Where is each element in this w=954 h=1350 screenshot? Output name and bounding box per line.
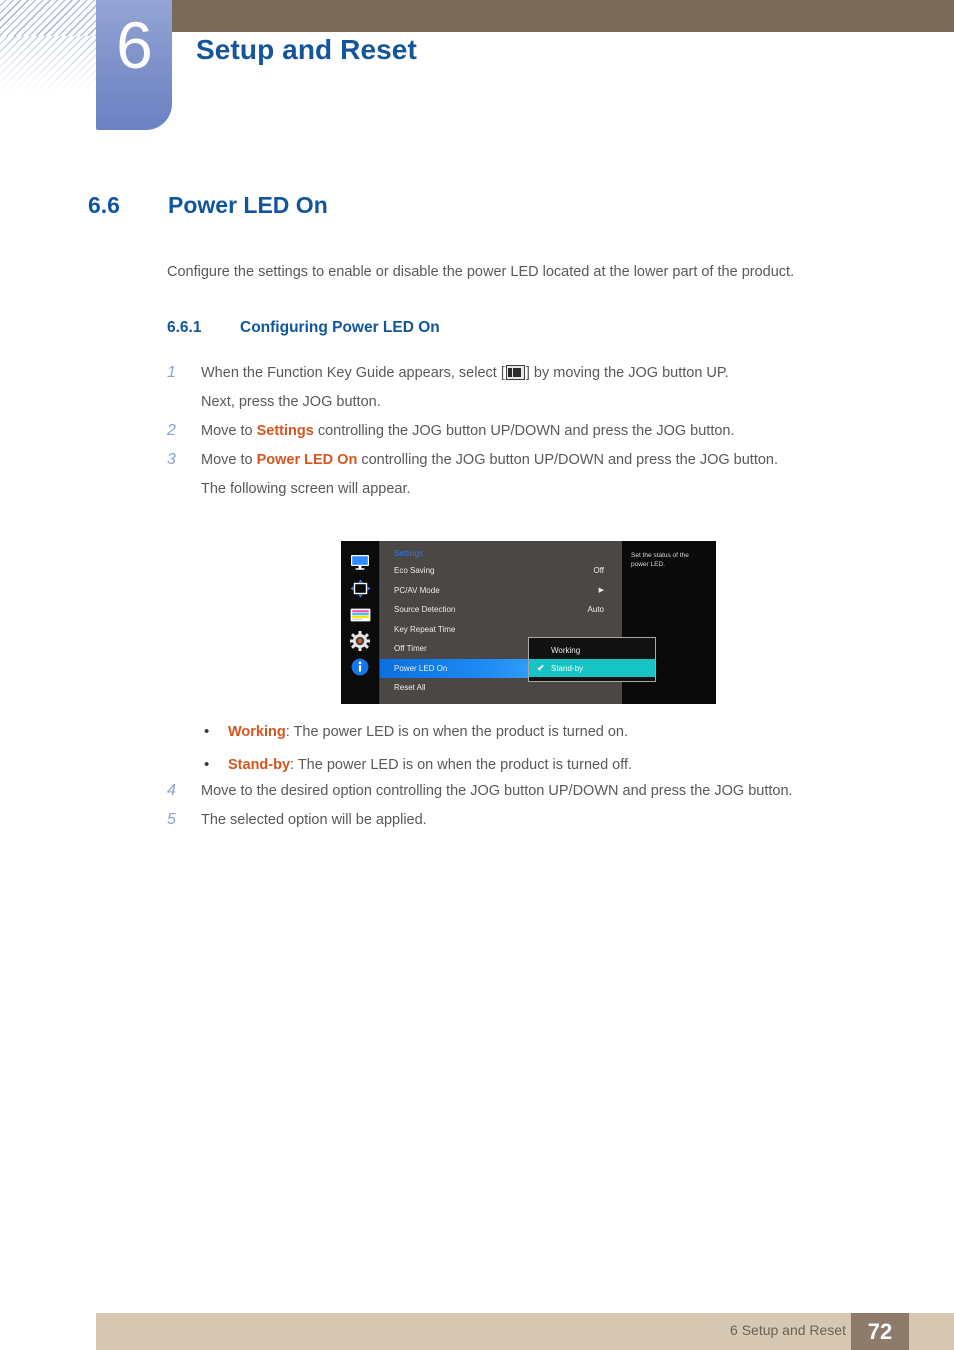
step-text: Move to Power LED On controlling the JOG… (201, 449, 907, 500)
step-text-secondary: Next, press the JOG button. (201, 394, 381, 410)
subsection-heading: 6.6.1 Configuring Power LED On (167, 319, 440, 337)
option-description-list: • Working: The power LED is on when the … (200, 722, 900, 788)
osd-row-label: Eco Saving (394, 566, 435, 576)
step-text-pre: Move to (201, 423, 257, 439)
osd-row-power-led-on[interactable]: Power LED On (380, 658, 530, 678)
osd-row-value: Off (593, 566, 604, 576)
list-item: 1 When the Function Key Guide appears, s… (167, 362, 907, 413)
osd-row-label: Source Detection (394, 605, 456, 615)
step-text-pre: When the Function Key Guide appears, sel… (201, 365, 505, 381)
osd-row-label: PC/AV Mode (394, 585, 440, 595)
osd-dropdown-option-stand-by[interactable]: ✔ Stand-by (529, 659, 655, 677)
step-number: 3 (167, 451, 176, 468)
section-heading: 6.6 Power LED On (88, 192, 328, 219)
step-number: 1 (167, 364, 176, 381)
osd-dropdown-power-led-on: Working ✔ Stand-by (528, 637, 656, 682)
step-number: 5 (167, 811, 176, 828)
osd-row-label: Off Timer (394, 644, 427, 654)
info-icon (349, 657, 371, 676)
step-keyword: Settings (256, 423, 314, 439)
list-item: • Working: The power LED is on when the … (200, 722, 900, 742)
subsection-title: Configuring Power LED On (240, 319, 440, 336)
step-text-post: controlling the JOG button UP/DOWN and p… (357, 452, 779, 468)
osd-row-eco-saving[interactable]: Eco Saving Off (380, 561, 622, 581)
decorative-stripes (0, 0, 96, 36)
step-text: The selected option will be applied. (201, 812, 427, 828)
list-item: 2 Move to Settings controlling the JOG b… (167, 420, 907, 442)
osd-row-pc-av-mode[interactable]: PC/AV Mode ▶ (380, 581, 622, 601)
osd-dropdown-option-working[interactable]: Working (529, 641, 655, 659)
page-number: 72 (851, 1313, 909, 1350)
bullet-marker: • (204, 723, 210, 740)
step-number: 2 (167, 422, 176, 439)
bullet-marker: • (204, 756, 210, 773)
osd-icon-sidebar (341, 541, 380, 704)
osd-row-label: Power LED On (394, 663, 448, 673)
bullet-keyword: Stand-by (228, 757, 291, 773)
step-text-secondary: The following screen will appear. (201, 481, 411, 497)
step-text: Move to Settings controlling the JOG but… (201, 420, 907, 442)
osd-menu-title: Settings (394, 549, 423, 558)
chapter-title: Setup and Reset (196, 34, 417, 65)
step-text: Move to the desired option controlling t… (201, 783, 793, 799)
bullet-keyword: Working (228, 724, 286, 740)
section-title: Power LED On (168, 192, 328, 218)
osd-menu-screenshot: Settings Eco Saving Off PC/AV Mode ▶ Sou… (341, 541, 716, 704)
osd-dropdown-option-label: Stand-by (551, 663, 584, 673)
screen-adjust-icon (349, 579, 371, 598)
bullet-body: : The power LED is on when the product i… (290, 757, 633, 773)
osd-dropdown-option-label: Working (551, 645, 581, 655)
list-item: 5 The selected option will be applied. (167, 809, 907, 831)
list-item: 4 Move to the desired option controlling… (167, 780, 907, 802)
footer-chapter-label: 6 Setup and Reset (730, 1322, 846, 1338)
osd-menu-panel: Settings Eco Saving Off PC/AV Mode ▶ Sou… (380, 541, 656, 704)
bullet-text: Stand-by: The power LED is on when the p… (228, 755, 632, 775)
step-text-post: controlling the JOG button UP/DOWN and p… (313, 423, 735, 439)
function-key-guide-icon (505, 365, 525, 380)
procedure-steps-list-continued: 4 Move to the desired option controlling… (167, 780, 907, 838)
color-bars-icon (349, 605, 371, 624)
step-text-post: ] by moving the JOG button UP. (525, 365, 729, 381)
bullet-body: : The power LED is on when the product i… (285, 724, 629, 740)
osd-row-source-detection[interactable]: Source Detection Auto (380, 600, 622, 620)
gear-icon (349, 630, 371, 651)
check-icon: ✔ (537, 662, 545, 673)
osd-row-value: Auto (587, 605, 604, 615)
step-text: When the Function Key Guide appears, sel… (201, 362, 907, 413)
section-intro-paragraph: Configure the settings to enable or disa… (167, 264, 795, 280)
chevron-right-icon: ▶ (598, 587, 604, 595)
header-brown-bar (170, 0, 954, 32)
monitor-icon (349, 553, 371, 572)
chapter-number-tab: 6 (96, 0, 172, 130)
list-item: 3 Move to Power LED On controlling the J… (167, 449, 907, 500)
bullet-text: Working: The power LED is on when the pr… (228, 722, 628, 742)
step-text-pre: Move to (201, 452, 257, 468)
step-number: 4 (167, 782, 176, 799)
section-number: 6.6 (88, 192, 120, 218)
list-item: • Stand-by: The power LED is on when the… (200, 755, 900, 775)
osd-row-label: Reset All (394, 683, 426, 693)
subsection-number: 6.6.1 (167, 319, 202, 336)
step-keyword: Power LED On (256, 452, 358, 468)
chapter-number: 6 (116, 8, 153, 82)
procedure-steps-list: 1 When the Function Key Guide appears, s… (167, 362, 907, 507)
osd-row-label: Key Repeat Time (394, 624, 456, 634)
decorative-stripes-fade (0, 36, 96, 94)
